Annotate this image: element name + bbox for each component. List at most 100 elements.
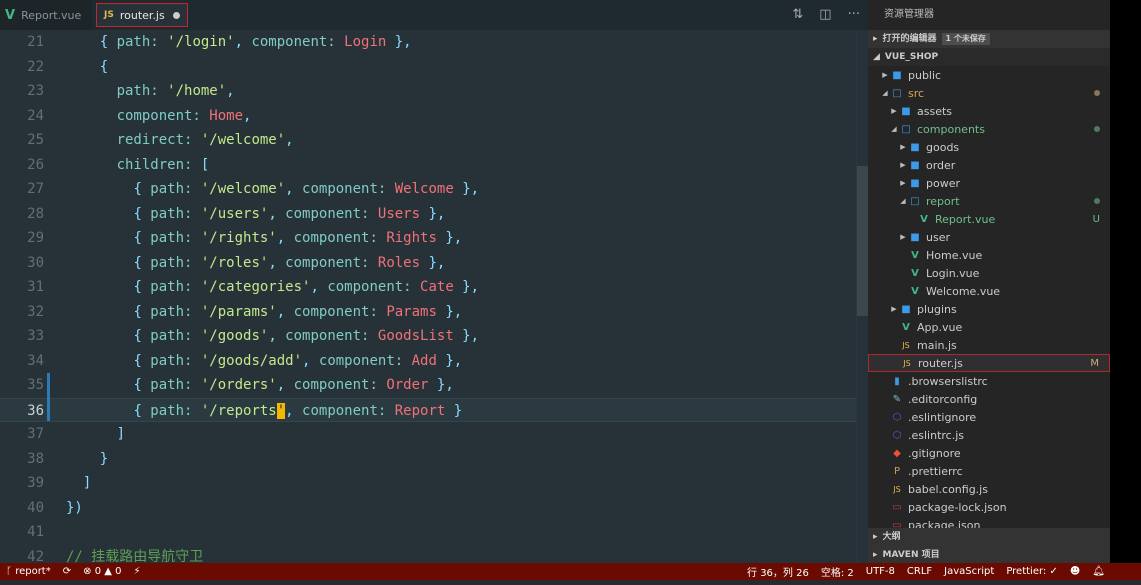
tree-folder[interactable]: ▶ ■ plugins bbox=[868, 300, 1110, 318]
tree-file[interactable]: ▭ package-lock.json bbox=[868, 498, 1110, 516]
code-line[interactable]: 32 { path: '/params', component: Params … bbox=[0, 300, 856, 325]
tree-file[interactable]: V Welcome.vue bbox=[868, 282, 1110, 300]
tree-file[interactable]: V App.vue bbox=[868, 318, 1110, 336]
code-line[interactable]: 39 ] bbox=[0, 471, 856, 496]
code-token: , bbox=[285, 132, 294, 148]
code-line[interactable]: 42 // 挂载路由导航守卫 bbox=[0, 545, 856, 564]
project-section[interactable]: ◢ VUE_SHOP bbox=[868, 48, 1110, 66]
code-line[interactable]: 41 bbox=[0, 520, 856, 545]
code-line[interactable]: 31 { path: '/categories', component: Cat… bbox=[0, 275, 856, 300]
code-line[interactable]: 38 } bbox=[0, 447, 856, 472]
prettier-status[interactable]: Prettier: ✓ bbox=[1006, 566, 1058, 577]
code-text: redirect: '/welcome', bbox=[66, 128, 294, 153]
code-token: component: bbox=[302, 181, 395, 197]
outline-section[interactable]: ▸ 大纲 bbox=[868, 528, 1110, 546]
code-line[interactable]: 21 { path: '/login', component: Login }, bbox=[0, 30, 856, 55]
code-line[interactable]: 25 redirect: '/welcome', bbox=[0, 128, 856, 153]
sync-icon[interactable]: ⟳ bbox=[63, 566, 71, 577]
tab-router-js[interactable]: JS router.js bbox=[96, 3, 188, 27]
code-token: , bbox=[285, 402, 303, 419]
code-line[interactable]: 33 { path: '/goods', component: GoodsLis… bbox=[0, 324, 856, 349]
problems-indicator[interactable]: ⊗ 0 ▲ 0 bbox=[83, 566, 121, 577]
tab-report-vue[interactable]: V Report.vue bbox=[0, 0, 92, 30]
code-line[interactable]: 35 { path: '/orders', component: Order }… bbox=[0, 373, 856, 398]
tree-file[interactable]: P .prettierrc bbox=[868, 462, 1110, 480]
tree-item-label: Login.vue bbox=[926, 266, 980, 280]
tree-file[interactable]: ⬡ .eslintignore bbox=[868, 408, 1110, 426]
code-line[interactable]: 23 path: '/home', bbox=[0, 79, 856, 104]
editor-scrollbar[interactable] bbox=[856, 30, 868, 563]
folder-icon: ■ bbox=[910, 231, 920, 243]
split-editor-icon[interactable]: ◫ bbox=[819, 7, 831, 22]
code-token: component: bbox=[116, 107, 210, 124]
tree-folder[interactable]: ◢ □ report bbox=[868, 192, 1110, 210]
tree-folder[interactable]: ◢ □ components bbox=[868, 120, 1110, 138]
tree-file[interactable]: V Home.vue bbox=[868, 246, 1110, 264]
branch-indicator[interactable]: ᚴ report* bbox=[6, 566, 51, 577]
code-line[interactable]: 36 { path: '/reports', component: Report… bbox=[0, 397, 856, 422]
tree-file[interactable]: JS babel.config.js bbox=[868, 480, 1110, 498]
code-line[interactable]: 22 { bbox=[0, 55, 856, 80]
code-editor[interactable]: 21 { path: '/login', component: Login },… bbox=[0, 30, 868, 563]
tree-item-label: assets bbox=[917, 104, 953, 118]
code-token: // 挂载路由导航守卫 bbox=[66, 548, 204, 564]
unsaved-dot-icon[interactable] bbox=[173, 11, 180, 19]
open-changes-icon[interactable]: ⇅ bbox=[792, 7, 803, 22]
tree-file[interactable]: ⬡ .eslintrc.js bbox=[868, 426, 1110, 444]
chevron-down-icon: ◢ bbox=[873, 52, 880, 62]
code-line[interactable]: 34 { path: '/goods/add', component: Add … bbox=[0, 349, 856, 374]
line-number: 30 bbox=[27, 254, 44, 271]
text-cursor: ' bbox=[276, 402, 286, 419]
tree-file[interactable]: ▭ package.json bbox=[868, 516, 1110, 529]
tree-file[interactable]: V Report.vue U bbox=[868, 210, 1110, 228]
code-token: Params bbox=[386, 303, 437, 320]
code-line[interactable]: 28 { path: '/users', component: Users }, bbox=[0, 202, 856, 227]
tree-file[interactable]: ✎ .editorconfig bbox=[868, 390, 1110, 408]
code-line[interactable]: 27 { path: '/welcome', component: Welcom… bbox=[0, 177, 856, 202]
more-actions-icon[interactable]: ··· bbox=[848, 7, 860, 22]
tree-folder[interactable]: ▶ ■ power bbox=[868, 174, 1110, 192]
vue-file-icon: V bbox=[902, 321, 910, 333]
tree-file[interactable]: ▮ .browserslistrc bbox=[868, 372, 1110, 390]
encoding[interactable]: UTF-8 bbox=[866, 566, 895, 577]
code-token: { bbox=[133, 254, 151, 271]
tree-item-label: report bbox=[926, 194, 960, 208]
indentation[interactable]: 空格: 2 bbox=[821, 564, 854, 579]
tree-folder[interactable]: ▶ ■ public bbox=[868, 66, 1110, 84]
code-line[interactable]: 30 { path: '/roles', component: Roles }, bbox=[0, 251, 856, 276]
feedback-smiley-icon[interactable]: ☻ bbox=[1070, 566, 1080, 577]
open-editors-section[interactable]: ▸ 打开的编辑器 1 个未保存 bbox=[868, 30, 1110, 48]
tree-folder[interactable]: ▶ ■ order bbox=[868, 156, 1110, 174]
chevron-down-icon: ◢ bbox=[900, 197, 906, 205]
tree-folder[interactable]: ▶ ■ assets bbox=[868, 102, 1110, 120]
code-line[interactable]: 29 { path: '/rights', component: Rights … bbox=[0, 226, 856, 251]
code-text: // 挂载路由导航守卫 bbox=[66, 545, 203, 564]
scrollbar-thumb[interactable] bbox=[857, 166, 868, 316]
code-text: { path: '/welcome', component: Welcome }… bbox=[66, 177, 479, 202]
folder-open-icon: □ bbox=[910, 195, 920, 207]
cursor-position[interactable]: 行 36，列 26 bbox=[747, 564, 809, 579]
tree-file[interactable]: JS router.js M bbox=[868, 354, 1110, 372]
code-token: { bbox=[133, 181, 151, 197]
code-line[interactable]: 37 ] bbox=[0, 422, 856, 447]
tree-file[interactable]: JS main.js bbox=[868, 336, 1110, 354]
tree-folder[interactable]: ▶ ■ goods bbox=[868, 138, 1110, 156]
tree-folder[interactable]: ▶ ■ user bbox=[868, 228, 1110, 246]
tree-file[interactable]: V Login.vue bbox=[868, 264, 1110, 282]
language-mode[interactable]: JavaScript bbox=[944, 566, 994, 577]
maven-section[interactable]: ▸ MAVEN 项目 bbox=[868, 546, 1110, 564]
npm-file-icon: ▭ bbox=[892, 519, 902, 529]
lightning-icon[interactable]: ⚡ bbox=[134, 566, 141, 577]
line-ending[interactable]: CRLF bbox=[907, 566, 932, 577]
code-line[interactable]: 26 children: [ bbox=[0, 153, 856, 178]
tree-folder[interactable]: ◢ □ src bbox=[868, 84, 1110, 102]
code-line[interactable]: 40}) bbox=[0, 496, 856, 521]
error-icon: ⊗ bbox=[83, 566, 92, 577]
code-line[interactable]: 24 component: Home, bbox=[0, 104, 856, 129]
tree-file[interactable]: ◆ .gitignore bbox=[868, 444, 1110, 462]
tree-item-label: router.js bbox=[918, 356, 963, 370]
notifications-bell-icon[interactable]: 🔔︎ bbox=[1092, 566, 1105, 577]
